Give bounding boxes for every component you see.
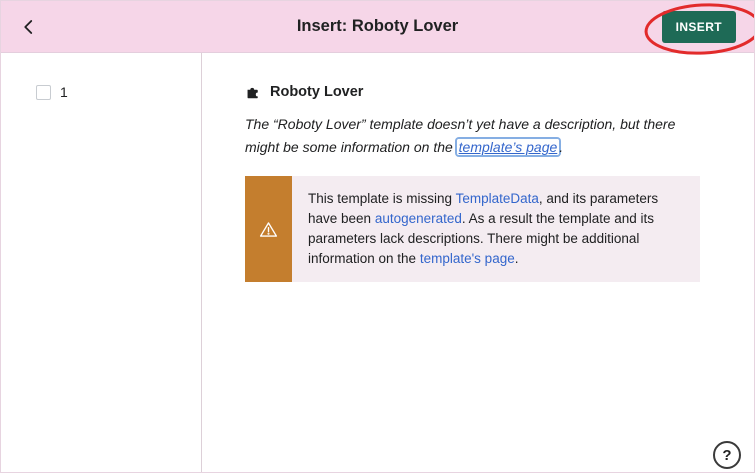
dialog-title: Insert: Roboty Lover	[296, 17, 459, 35]
warning-text-segment: This template is missing	[308, 191, 456, 206]
warning-text-segment: .	[514, 251, 519, 266]
back-button[interactable]	[11, 9, 47, 45]
puzzle-icon	[245, 83, 262, 100]
template-page-link-focused[interactable]: template’s page	[456, 139, 560, 155]
parameter-checkbox[interactable]	[36, 84, 51, 100]
warning-text: This template is missing TemplateData, a…	[292, 176, 700, 282]
help-button[interactable]: ?	[713, 441, 741, 469]
dialog-header: Insert: Roboty Lover INSERT	[1, 1, 754, 53]
parameter-label: 1	[60, 84, 68, 100]
warning-triangle-icon	[259, 221, 278, 237]
autogenerated-link[interactable]: autogenerated	[375, 211, 462, 226]
template-description: The “Roboty Lover” template doesn’t yet …	[245, 113, 700, 159]
help-label: ?	[722, 446, 732, 464]
template-page-link[interactable]: template's page	[420, 251, 515, 266]
template-name: Roboty Lover	[270, 83, 364, 100]
templatedata-warning-box: This template is missing TemplateData, a…	[245, 176, 700, 282]
template-info-panel: Roboty Lover The “Roboty Lover” template…	[202, 53, 754, 472]
parameter-row[interactable]: 1	[1, 53, 201, 100]
description-text-end: .	[559, 139, 564, 155]
templatedata-link[interactable]: TemplateData	[456, 191, 539, 206]
warning-icon-area	[245, 176, 292, 282]
template-insert-dialog: Insert: Roboty Lover INSERT 1 Roboty Lov…	[0, 0, 755, 473]
insert-button[interactable]: INSERT	[661, 10, 736, 43]
parameters-sidebar: 1	[1, 53, 202, 472]
dialog-body: 1 Roboty Lover The “Roboty Lover” templa…	[1, 53, 754, 472]
chevron-left-icon	[24, 19, 33, 34]
template-title-row: Roboty Lover	[245, 83, 700, 100]
